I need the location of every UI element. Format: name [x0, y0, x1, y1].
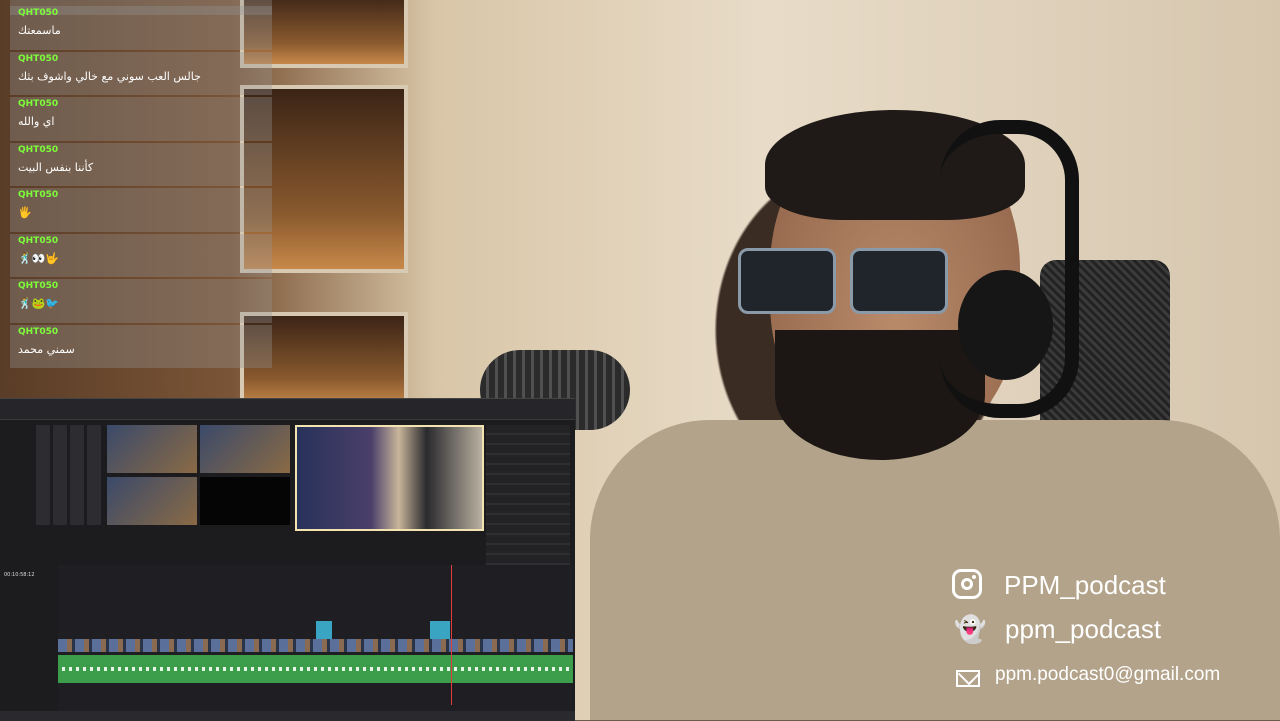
chat-text: ماسمعتك	[18, 24, 61, 37]
email-address: ppm.podcast0@gmail.com	[995, 664, 1221, 685]
chat-text: سمني محمد	[18, 342, 75, 356]
chat-username: QHT050	[18, 144, 59, 155]
chat-username: QHT050	[18, 235, 59, 246]
chat-username: QHT050	[18, 281, 59, 291]
email-icon	[956, 670, 980, 687]
chat-message: QHT050 اي والله	[10, 97, 272, 141]
chat-text: 🕺🐸🐦	[18, 297, 60, 310]
program-viewer[interactable]	[295, 425, 484, 531]
chat-text: اي والله	[18, 115, 55, 128]
audio-waveform	[62, 667, 569, 671]
chat-username: QHT050	[18, 8, 59, 18]
chat-message: QHT050 كأننا بنفس البيت	[10, 142, 272, 186]
chat-text: 🖐	[18, 206, 32, 219]
chat-overlay: QHT050 ماسمعتك QHT050 جالس العب سوني مع …	[10, 0, 272, 370]
chat-text: كأننا بنفس البيت	[18, 160, 94, 174]
chat-username: QHT050	[18, 190, 59, 200]
editor-toolbar	[0, 399, 575, 420]
source-preview	[200, 425, 290, 473]
video-clip[interactable]	[316, 621, 332, 641]
media-pool	[36, 425, 102, 525]
chat-message: QHT050 🕺🐸🐦	[10, 279, 272, 323]
instagram-handle: PPM_podcast	[1004, 570, 1166, 600]
video-editor-capture: 00:10:58:12	[0, 398, 575, 721]
chat-text: 🕺👀🤟	[18, 251, 60, 265]
chat-username: QHT050	[18, 53, 59, 64]
chat-message: QHT050 جالس العب سوني مع خالي واشوف بثك	[10, 51, 272, 95]
chat-message: QHT050 🖐	[10, 188, 272, 232]
chat-username: QHT050	[18, 99, 59, 109]
chat-text: جالس العب سوني مع خالي واشوف بثك	[18, 69, 201, 83]
chat-username: QHT050	[18, 326, 59, 337]
instagram-icon	[952, 569, 982, 599]
chat-message: QHT050 سمني محمد	[10, 324, 272, 368]
source-preview	[107, 425, 197, 473]
headphones-earcup	[958, 270, 1053, 380]
source-preview	[200, 477, 290, 525]
chat-message: QHT050 🕺👀🤟	[10, 233, 272, 277]
timeline-timecode: 00:10:58:12	[4, 572, 35, 578]
source-preview	[107, 477, 197, 525]
video-clip[interactable]	[430, 621, 450, 641]
chat-message: QHT050 ماسمعتك	[10, 6, 272, 50]
sunglasses	[738, 248, 958, 314]
video-track[interactable]	[58, 639, 573, 652]
playhead[interactable]	[451, 565, 452, 705]
snapchat-handle: ppm_podcast	[1005, 614, 1162, 644]
snapchat-icon: 👻	[954, 615, 987, 645]
inspector-panel	[486, 425, 570, 575]
